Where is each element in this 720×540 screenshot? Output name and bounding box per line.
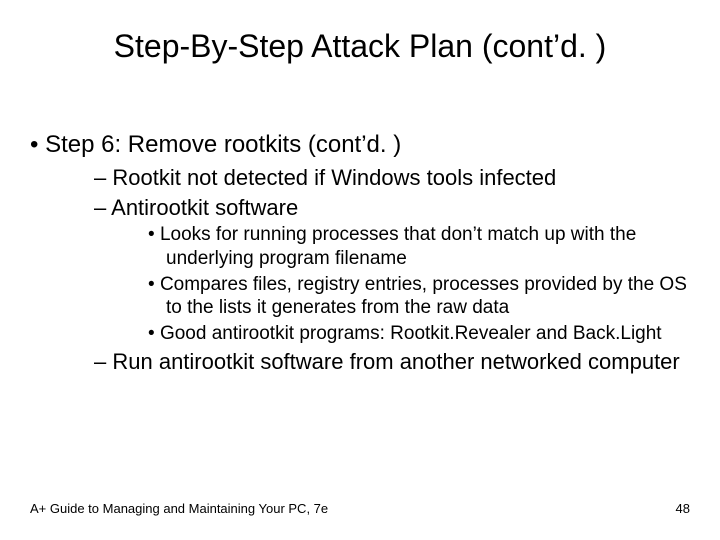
bullet-l3: Good antirootkit programs: Rootkit.Revea… <box>148 322 690 346</box>
bullet-text: Looks for running processes that don’t m… <box>160 224 636 269</box>
bullet-l2: Antirootkit software Looks for running p… <box>94 194 690 346</box>
bullet-text: Step 6: Remove rootkits (cont’d. ) <box>45 131 401 158</box>
slide: Step-By-Step Attack Plan (cont’d. ) Step… <box>0 0 720 540</box>
bullet-l2: Run antirootkit software from another ne… <box>94 348 690 376</box>
slide-title: Step-By-Step Attack Plan (cont’d. ) <box>0 28 720 65</box>
bullet-l3: Looks for running processes that don’t m… <box>148 223 690 271</box>
bullet-text: Good antirootkit programs: Rootkit.Revea… <box>160 323 662 344</box>
bullet-text: Antirootkit software <box>111 195 298 220</box>
bullet-l2: Rootkit not detected if Windows tools in… <box>94 164 690 192</box>
page-number: 48 <box>676 501 690 516</box>
bullet-text: Compares files, registry entries, proces… <box>160 274 687 319</box>
bullet-l3: Compares files, registry entries, proces… <box>148 273 690 321</box>
bullet-l1: Step 6: Remove rootkits (cont’d. ) Rootk… <box>30 130 690 375</box>
slide-body: Step 6: Remove rootkits (cont’d. ) Rootk… <box>30 130 690 379</box>
footer-source: A+ Guide to Managing and Maintaining You… <box>30 501 328 516</box>
bullet-text: Rootkit not detected if Windows tools in… <box>112 165 556 190</box>
bullet-text: Run antirootkit software from another ne… <box>112 349 679 374</box>
